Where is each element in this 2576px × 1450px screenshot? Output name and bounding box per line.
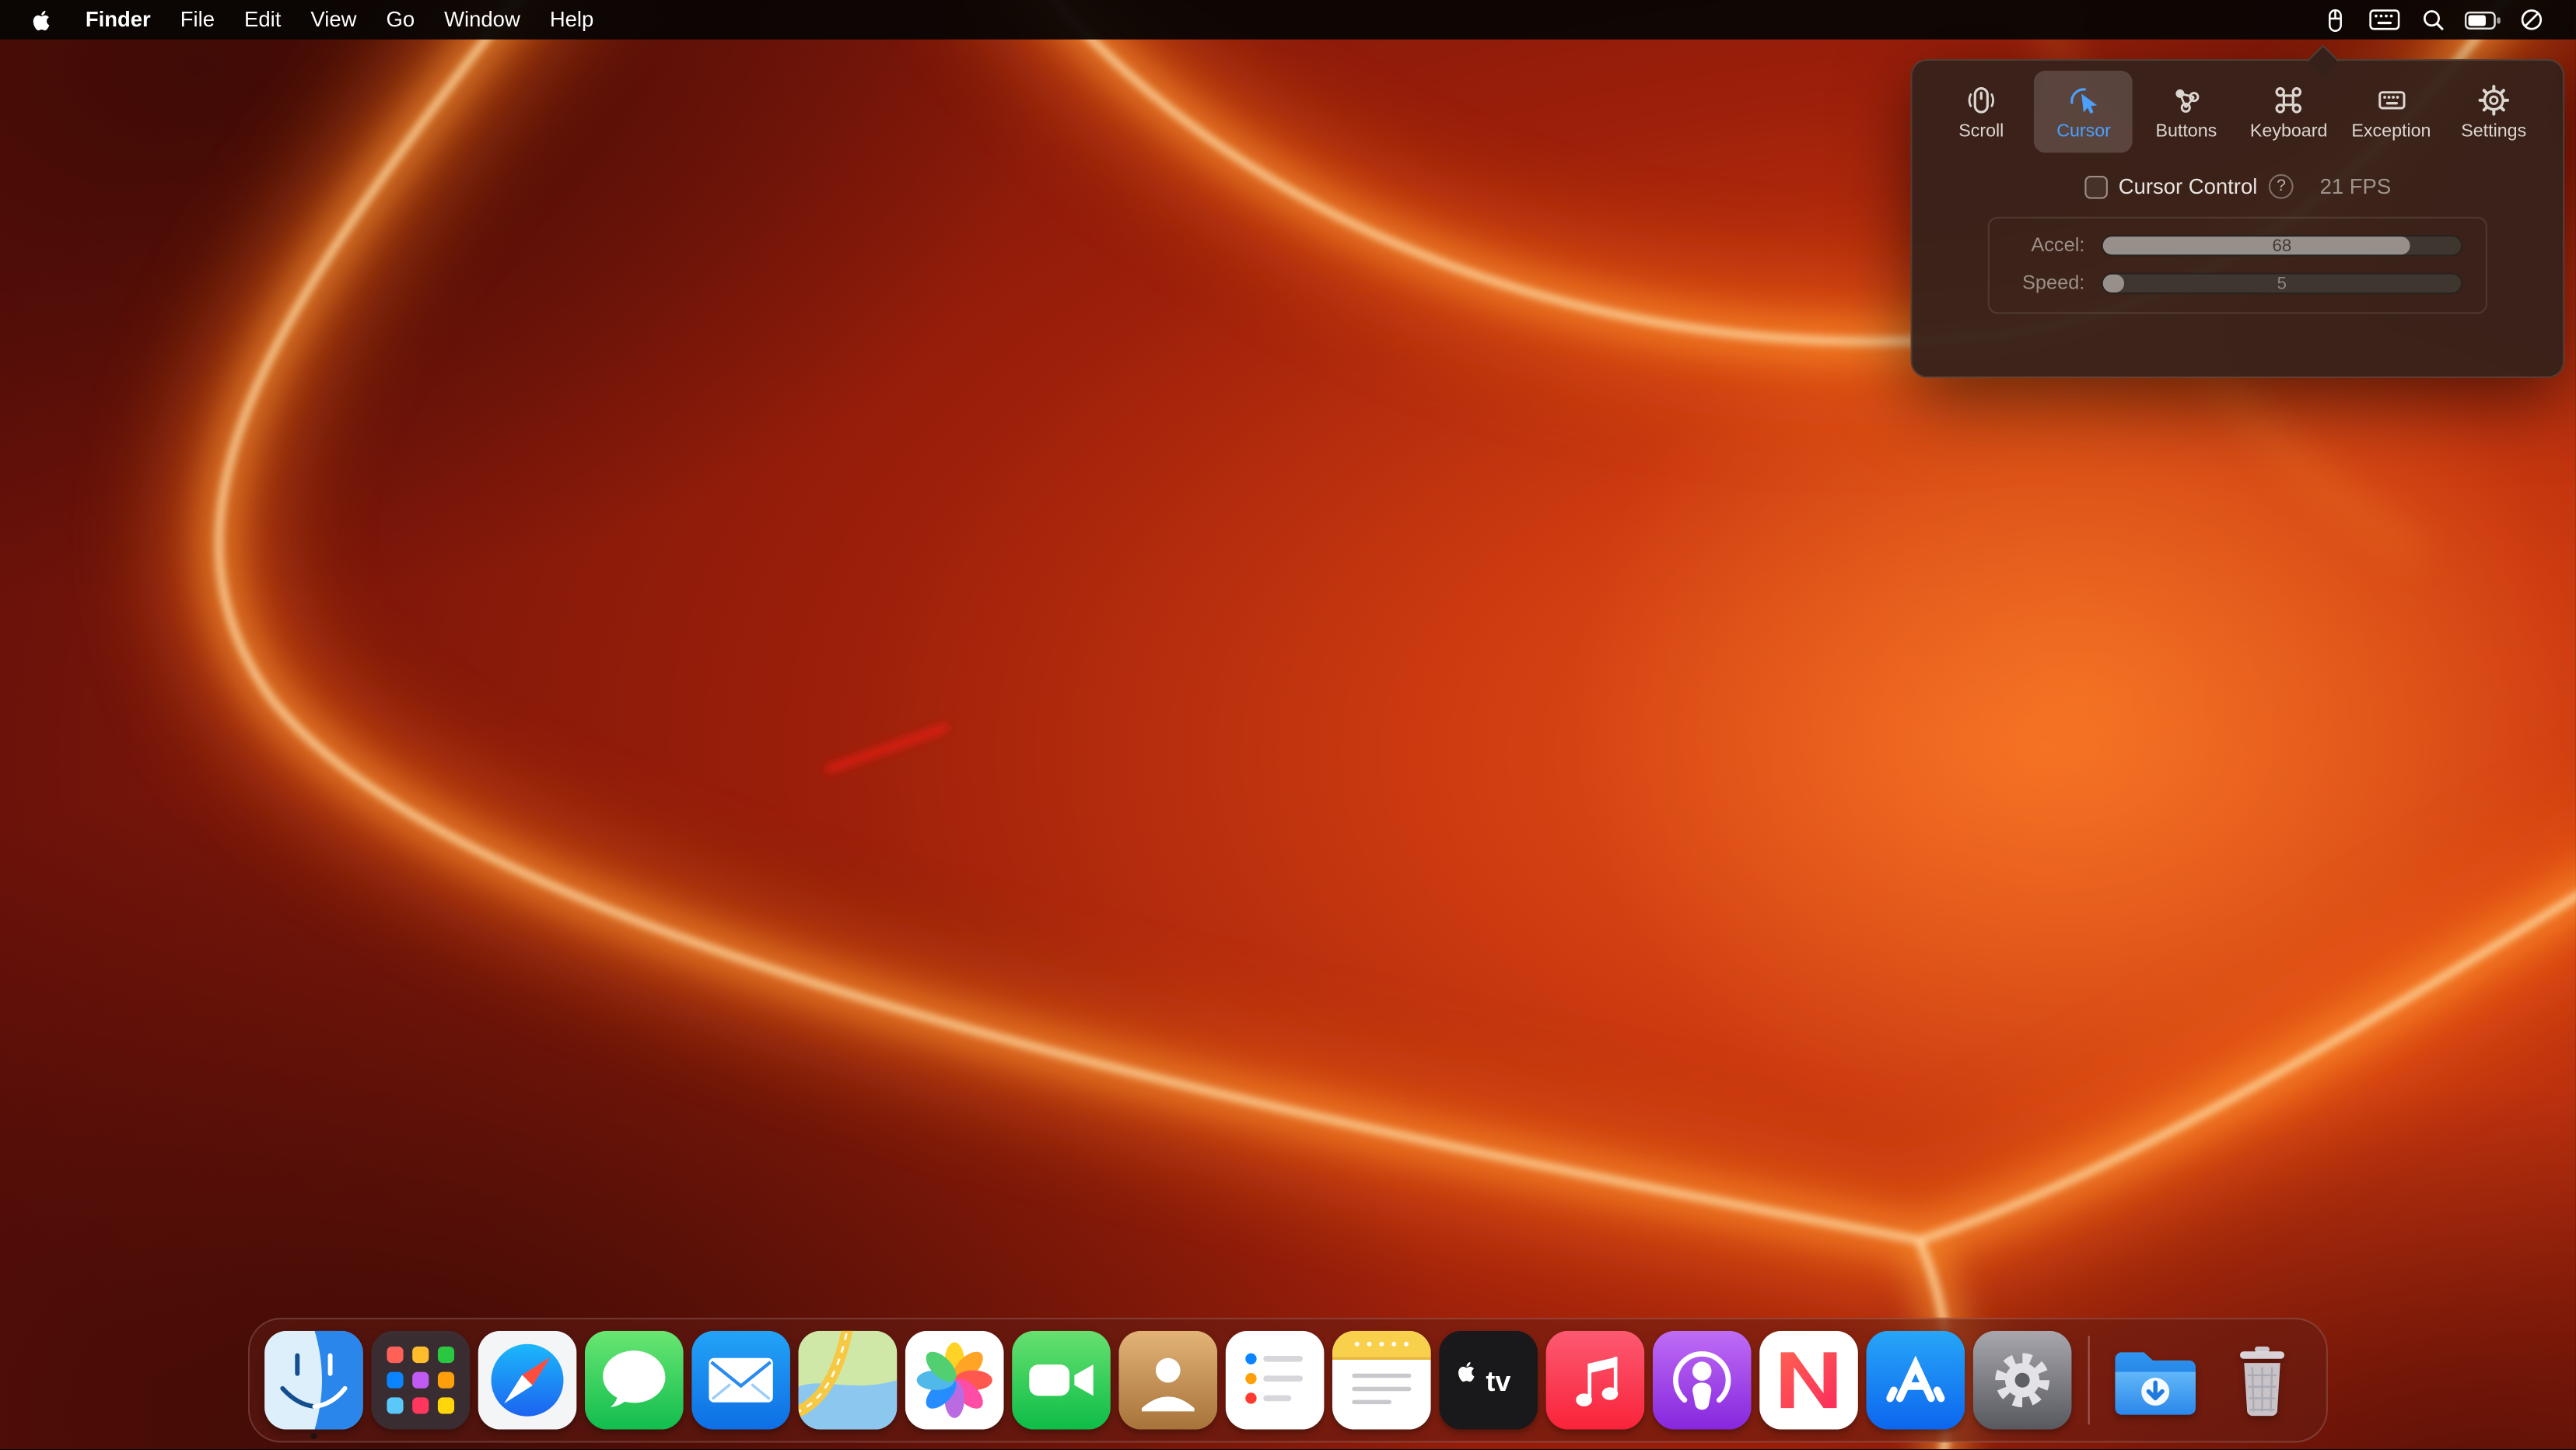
buttons-icon (2170, 83, 2203, 116)
dock: tv (248, 1318, 2328, 1443)
system-settings-icon (1973, 1331, 2072, 1430)
menu-go[interactable]: Go (371, 0, 429, 40)
menu-edit[interactable]: Edit (229, 0, 296, 40)
popover-tab-bar: Scroll Cursor Buttons Keyboard Exception… (1913, 61, 2563, 152)
dock-item-contacts[interactable] (1118, 1331, 1217, 1430)
tab-settings[interactable]: Settings (2445, 71, 2543, 153)
safari-icon (478, 1331, 577, 1430)
dock-item-maps[interactable] (799, 1331, 898, 1430)
dock-item-podcasts[interactable] (1653, 1331, 1752, 1430)
menu-view[interactable]: View (296, 0, 371, 40)
tab-label: Settings (2461, 121, 2526, 140)
finder-icon (264, 1331, 363, 1430)
dock-item-downloads[interactable] (2106, 1331, 2205, 1430)
speed-slider[interactable]: 5 (2102, 272, 2463, 293)
mouse-utility-popover: Scroll Cursor Buttons Keyboard Exception… (1910, 59, 2564, 378)
tv-icon: tv (1439, 1331, 1538, 1430)
search-icon[interactable] (2412, 2, 2455, 37)
tab-label: Scroll (1958, 121, 2004, 140)
fps-readout: 21 FPS (2320, 174, 2392, 199)
dock-separator (2088, 1336, 2090, 1424)
maps-icon (799, 1331, 898, 1430)
trash-icon (2213, 1331, 2312, 1430)
help-button[interactable]: ? (2269, 174, 2294, 199)
gear-icon (2477, 83, 2510, 116)
music-icon (1546, 1331, 1645, 1430)
mail-icon (691, 1331, 790, 1430)
photos-icon (905, 1331, 1004, 1430)
running-indicator (310, 1433, 317, 1439)
exception-keyboard-icon (2375, 83, 2407, 116)
active-app-menu[interactable]: Finder (71, 0, 166, 40)
podcasts-icon (1653, 1331, 1752, 1430)
mouse-status-icon[interactable] (2313, 2, 2356, 37)
speed-label: Speed: (2012, 271, 2084, 295)
dock-item-reminders[interactable] (1226, 1331, 1325, 1430)
dock-item-facetime[interactable] (1012, 1331, 1111, 1430)
tab-cursor[interactable]: Cursor (2035, 71, 2133, 153)
dock-item-messages[interactable] (585, 1331, 684, 1430)
notes-icon (1332, 1331, 1431, 1430)
menu-bar: Finder File Edit View Go Window Help (0, 0, 2576, 40)
apple-icon (30, 8, 54, 33)
dock-item-finder[interactable] (264, 1331, 363, 1430)
dock-item-mail[interactable] (691, 1331, 790, 1430)
dock-item-launchpad[interactable] (371, 1331, 470, 1430)
contacts-icon (1118, 1331, 1217, 1430)
dock-item-appstore[interactable] (1866, 1331, 1965, 1430)
scroll-wheel-icon (1965, 83, 1997, 116)
tab-buttons[interactable]: Buttons (2137, 71, 2236, 153)
tab-keyboard[interactable]: Keyboard (2239, 71, 2338, 153)
downloads-folder-icon (2106, 1331, 2205, 1430)
command-icon (2273, 83, 2305, 116)
status-menu-area (2313, 2, 2563, 37)
tab-label: Exception (2351, 121, 2431, 140)
messages-icon (585, 1331, 684, 1430)
speed-row: Speed: 5 (2012, 271, 2462, 295)
keyboard-status-icon[interactable] (2362, 2, 2405, 37)
app-store-icon (1866, 1331, 1965, 1430)
dock-item-music[interactable] (1546, 1331, 1645, 1430)
tab-label: Buttons (2155, 121, 2217, 140)
svg-text:tv: tv (1486, 1366, 1510, 1397)
speed-value: 5 (2103, 274, 2461, 292)
cursor-settings-group: Accel: 68 Speed: 5 (1988, 217, 2487, 314)
cursor-control-label: Cursor Control (2119, 174, 2258, 199)
dock-item-notes[interactable] (1332, 1331, 1431, 1430)
reminders-icon (1226, 1331, 1325, 1430)
accel-value: 68 (2103, 236, 2461, 254)
launchpad-icon (371, 1331, 470, 1430)
desktop: Finder File Edit View Go Window Help (0, 0, 2576, 1449)
status-circle-icon[interactable] (2510, 2, 2553, 37)
dock-item-system-settings[interactable] (1973, 1331, 2072, 1430)
menu-file[interactable]: File (166, 0, 229, 40)
tab-label: Keyboard (2250, 121, 2327, 140)
battery-icon[interactable] (2461, 2, 2504, 37)
cursor-control-row: Cursor Control ? 21 FPS (1913, 174, 2563, 199)
tab-exception[interactable]: Exception (2342, 71, 2441, 153)
dock-item-tv[interactable]: tv (1439, 1331, 1538, 1430)
menu-window[interactable]: Window (429, 0, 535, 40)
dock-item-trash[interactable] (2213, 1331, 2312, 1430)
cursor-click-icon (2067, 83, 2100, 116)
news-icon (1759, 1331, 1858, 1430)
tab-scroll[interactable]: Scroll (1932, 71, 2031, 153)
facetime-icon (1012, 1331, 1111, 1430)
tab-label: Cursor (2056, 121, 2111, 140)
menu-help[interactable]: Help (535, 0, 609, 40)
accel-slider[interactable]: 68 (2102, 234, 2463, 255)
dock-item-photos[interactable] (905, 1331, 1004, 1430)
accel-label: Accel: (2012, 233, 2084, 257)
dock-item-safari[interactable] (478, 1331, 577, 1430)
accel-row: Accel: 68 (2012, 233, 2462, 257)
apple-menu[interactable] (13, 8, 71, 33)
dock-item-news[interactable] (1759, 1331, 1858, 1430)
cursor-control-checkbox[interactable] (2084, 175, 2107, 198)
